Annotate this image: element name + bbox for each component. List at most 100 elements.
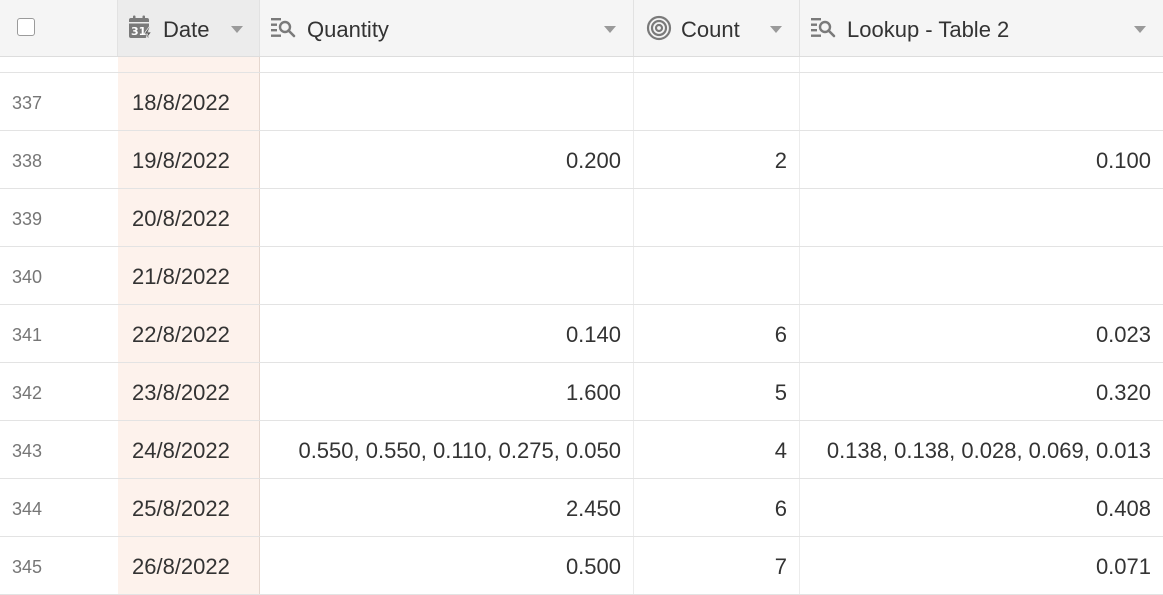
column-label-lookup: Lookup - Table 2 bbox=[847, 17, 1010, 42]
count-cell[interactable]: 7 bbox=[634, 537, 800, 594]
date-cell[interactable]: 26/8/2022 bbox=[118, 537, 260, 594]
date-formula-icon: 31 bbox=[128, 15, 154, 41]
date-cell[interactable]: 20/8/2022 bbox=[118, 189, 260, 246]
lookup-cell bbox=[800, 57, 1163, 72]
quantity-cell[interactable]: 0.500 bbox=[260, 537, 634, 594]
date-value: 23/8/2022 bbox=[132, 380, 230, 405]
row-number-cell: 338 bbox=[0, 131, 118, 188]
lookup-value: 0.023 bbox=[1095, 322, 1151, 347]
date-cell[interactable]: 21/8/2022 bbox=[118, 247, 260, 304]
table-row[interactable]: 338 19/8/2022 0.200 2 0.100 bbox=[0, 131, 1163, 189]
count-cell bbox=[634, 57, 800, 72]
table-row[interactable]: 345 26/8/2022 0.500 7 0.071 bbox=[0, 537, 1163, 595]
date-cell[interactable]: 22/8/2022 bbox=[118, 305, 260, 362]
lookup-value: 0.100 bbox=[1095, 148, 1151, 173]
table-row[interactable]: 341 22/8/2022 0.140 6 0.023 bbox=[0, 305, 1163, 363]
date-cell[interactable]: 18/8/2022 bbox=[118, 73, 260, 130]
quantity-cell[interactable]: 1.600 bbox=[260, 363, 634, 420]
count-cell[interactable] bbox=[634, 73, 800, 130]
lookup-cell[interactable] bbox=[800, 73, 1163, 130]
quantity-cell[interactable] bbox=[260, 73, 634, 130]
lookup-cell[interactable]: 0.408 bbox=[800, 479, 1163, 536]
count-value: 6 bbox=[774, 322, 787, 347]
count-value: 2 bbox=[774, 148, 787, 173]
grid-body: 337 18/8/2022 338 19/8/2022 0.200 2 0.10… bbox=[0, 57, 1163, 595]
row-number-cell: 340 bbox=[0, 247, 118, 304]
column-label-count: Count bbox=[681, 17, 740, 42]
lookup-cell[interactable]: 0.138, 0.138, 0.028, 0.069, 0.013 bbox=[800, 421, 1163, 478]
lookup-cell[interactable]: 0.320 bbox=[800, 363, 1163, 420]
count-icon bbox=[646, 15, 672, 41]
data-grid: 31 Date Quantity Count Lookup - Table 2 … bbox=[0, 0, 1163, 595]
lookup-value: 0.320 bbox=[1095, 380, 1151, 405]
chevron-down-icon[interactable] bbox=[231, 26, 243, 33]
count-cell[interactable]: 4 bbox=[634, 421, 800, 478]
quantity-value: 0.140 bbox=[565, 322, 621, 347]
quantity-cell[interactable]: 0.140 bbox=[260, 305, 634, 362]
row-number: 337 bbox=[12, 93, 43, 113]
row-number-cell: 339 bbox=[0, 189, 118, 246]
lookup-cell[interactable]: 0.100 bbox=[800, 131, 1163, 188]
header-select-cell bbox=[0, 0, 118, 56]
quantity-cell[interactable]: 2.450 bbox=[260, 479, 634, 536]
table-row[interactable]: 337 18/8/2022 bbox=[0, 73, 1163, 131]
count-value: 5 bbox=[774, 380, 787, 405]
date-cell[interactable]: 25/8/2022 bbox=[118, 479, 260, 536]
date-value: 25/8/2022 bbox=[132, 496, 230, 521]
row-number: 344 bbox=[12, 499, 43, 519]
column-header-count[interactable]: Count bbox=[634, 0, 800, 56]
quantity-cell[interactable] bbox=[260, 189, 634, 246]
lookup-cell[interactable]: 0.023 bbox=[800, 305, 1163, 362]
lookup-cell[interactable]: 0.071 bbox=[800, 537, 1163, 594]
row-number: 339 bbox=[12, 209, 43, 229]
quantity-cell bbox=[260, 57, 634, 72]
quantity-value: 0.200 bbox=[565, 148, 621, 173]
row-number: 343 bbox=[12, 441, 43, 461]
table-row[interactable]: 339 20/8/2022 bbox=[0, 189, 1163, 247]
row-number-cell: 345 bbox=[0, 537, 118, 594]
row-number-cell: 341 bbox=[0, 305, 118, 362]
quantity-cell[interactable]: 0.200 bbox=[260, 131, 634, 188]
row-number: 345 bbox=[12, 557, 43, 577]
quantity-value: 0.550, 0.550, 0.110, 0.275, 0.050 bbox=[298, 438, 621, 463]
count-cell[interactable] bbox=[634, 247, 800, 304]
lookup-cell[interactable] bbox=[800, 189, 1163, 246]
date-value: 24/8/2022 bbox=[132, 438, 230, 463]
quantity-cell[interactable] bbox=[260, 247, 634, 304]
count-cell[interactable]: 6 bbox=[634, 479, 800, 536]
row-number-cell bbox=[0, 57, 118, 72]
date-cell[interactable]: 19/8/2022 bbox=[118, 131, 260, 188]
date-value: 22/8/2022 bbox=[132, 322, 230, 347]
table-row[interactable]: 342 23/8/2022 1.600 5 0.320 bbox=[0, 363, 1163, 421]
count-cell[interactable]: 2 bbox=[634, 131, 800, 188]
count-value: 6 bbox=[774, 496, 787, 521]
row-number: 342 bbox=[12, 383, 43, 403]
count-cell[interactable]: 6 bbox=[634, 305, 800, 362]
chevron-down-icon[interactable] bbox=[1134, 26, 1146, 33]
select-all-checkbox[interactable] bbox=[17, 18, 35, 36]
table-row[interactable]: 344 25/8/2022 2.450 6 0.408 bbox=[0, 479, 1163, 537]
count-cell[interactable] bbox=[634, 189, 800, 246]
column-header-date[interactable]: 31 Date bbox=[118, 0, 260, 56]
chevron-down-icon[interactable] bbox=[604, 26, 616, 33]
lookup-value: 0.071 bbox=[1095, 554, 1151, 579]
row-number-cell: 344 bbox=[0, 479, 118, 536]
row-number-cell: 337 bbox=[0, 73, 118, 130]
chevron-down-icon[interactable] bbox=[770, 26, 782, 33]
table-row[interactable]: 340 21/8/2022 bbox=[0, 247, 1163, 305]
count-cell[interactable]: 5 bbox=[634, 363, 800, 420]
column-label-quantity: Quantity bbox=[307, 17, 389, 42]
quantity-value: 2.450 bbox=[565, 496, 621, 521]
lookup-icon bbox=[810, 15, 836, 41]
column-header-quantity[interactable]: Quantity bbox=[260, 0, 634, 56]
quantity-cell[interactable]: 0.550, 0.550, 0.110, 0.275, 0.050 bbox=[260, 421, 634, 478]
date-cell[interactable]: 24/8/2022 bbox=[118, 421, 260, 478]
count-value: 4 bbox=[774, 438, 787, 463]
quantity-value: 1.600 bbox=[565, 380, 621, 405]
lookup-value: 0.138, 0.138, 0.028, 0.069, 0.013 bbox=[826, 438, 1151, 463]
date-cell[interactable]: 23/8/2022 bbox=[118, 363, 260, 420]
lookup-cell[interactable] bbox=[800, 247, 1163, 304]
row-number-cell: 342 bbox=[0, 363, 118, 420]
column-header-lookup[interactable]: Lookup - Table 2 bbox=[800, 0, 1163, 56]
table-row[interactable]: 343 24/8/2022 0.550, 0.550, 0.110, 0.275… bbox=[0, 421, 1163, 479]
